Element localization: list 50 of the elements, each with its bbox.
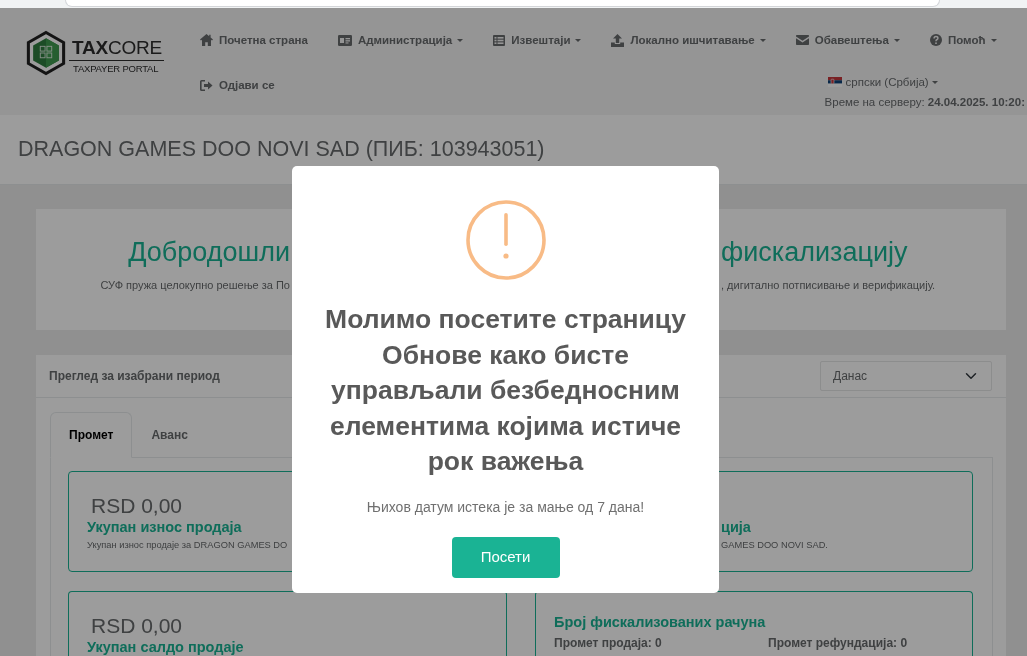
welcome-text: СУФ пружа целокупно решење за По — [100, 278, 290, 292]
amount-value: RSD 0,00 — [90, 613, 183, 638]
nav-link[interactable]: Помоћ — [929, 32, 997, 48]
stat-description: GAMES DOO NOVI SAD. — [721, 539, 828, 551]
caret-icon — [575, 38, 582, 42]
caret-icon — [990, 38, 997, 42]
envelope-icon — [795, 35, 809, 45]
id-card-icon — [337, 34, 352, 46]
stat-count: Промет рефундација: 0 — [768, 635, 908, 651]
nav-link[interactable]: Извештаји — [493, 32, 582, 48]
caret-icon — [759, 38, 766, 42]
sign-out-icon — [200, 79, 213, 91]
logo-name: TAXCORE — [69, 37, 165, 61]
welcome-heading: Добродошли — [128, 236, 290, 268]
flag-icon — [827, 77, 842, 87]
logo-tagline: TAXPAYER PORTAL — [72, 62, 159, 75]
stat-title: Укупан салдо продаје — [87, 638, 244, 656]
address-bar[interactable] — [65, 0, 940, 7]
caret-icon — [931, 80, 938, 84]
stat-description: Укупан износ продаје за DRAGON GAMES DO — [87, 539, 288, 551]
caret-icon — [457, 38, 464, 42]
stat-title: ција — [721, 518, 751, 536]
nav-link[interactable]: Почетна страна — [200, 32, 308, 48]
caret-icon — [893, 38, 900, 42]
modal-title: Молимо посетите страницу Обнове како бисте управљали безбедносним елементима којима истиче рок важења — [324, 303, 687, 478]
list-icon — [493, 34, 506, 46]
nav-link[interactable]: Администрација — [337, 32, 464, 48]
welcome-heading: фискализацију — [721, 236, 908, 268]
stat-count: Промет продаја: 0 — [554, 635, 662, 651]
modal-text: Њихов датум истека је за мање од 7 дана! — [366, 498, 645, 515]
page-title: DRAGON GAMES DOO NOVI SAD (ПИБ: 103943051) — [18, 136, 545, 164]
warning-icon — [465, 200, 546, 280]
help-icon — [929, 34, 942, 46]
upload-icon — [611, 33, 625, 47]
visit-button[interactable]: Посети — [451, 536, 560, 578]
period-select[interactable]: Данас — [820, 361, 992, 391]
amount-value: RSD 0,00 — [90, 493, 183, 518]
logout-link[interactable]: Одјави се — [200, 77, 275, 93]
language-selector[interactable]: српски (Србија) — [824, 74, 938, 90]
panel-title: Преглед за изабрани период — [49, 368, 220, 385]
logo-icon — [26, 30, 66, 76]
tab[interactable]: Промет — [50, 412, 133, 458]
stat-title: Укупан износ продаја — [87, 518, 242, 536]
server-time: Време на серверу: 24.04.2025. 10:20: — [824, 95, 1025, 109]
stat-title: Број фискализованих рачуна — [554, 613, 766, 631]
nav-link[interactable]: Обавештења — [795, 32, 900, 48]
tab[interactable]: Аванс — [132, 412, 207, 458]
nav-link[interactable]: Локално ишчитавање — [611, 32, 766, 48]
home-icon — [200, 34, 213, 46]
welcome-text: , дигитално потписивање и верификацију. — [721, 278, 936, 292]
